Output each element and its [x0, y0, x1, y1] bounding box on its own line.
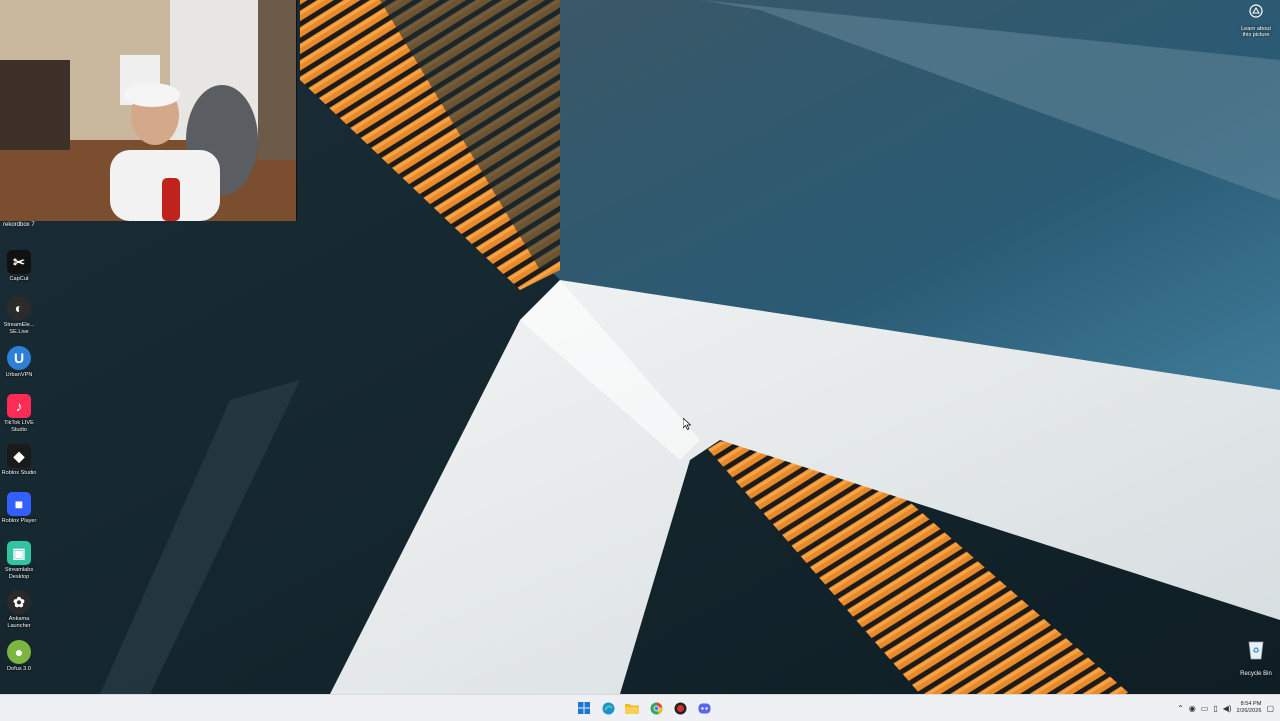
desktop-icon-roblox-player[interactable]: ■ Roblox Player: [0, 492, 38, 525]
desktop-icon-streamelements[interactable]: ◐ StreamEle... SE.Live: [0, 296, 38, 336]
taskbar-apps: [574, 698, 714, 718]
desktop-icon-capcut[interactable]: ✂ CapCut: [0, 250, 38, 283]
icon-label: TikTok LIVE Studio: [4, 420, 34, 433]
mouse-cursor-icon: [683, 418, 691, 430]
red-app-icon: [674, 702, 686, 714]
svg-text:♻: ♻: [1252, 646, 1259, 655]
desktop-icon-urbanvpn[interactable]: U UrbanVPN: [0, 346, 38, 379]
icon-label: Dofus 3.0: [7, 666, 31, 672]
desktop-icon-ankama[interactable]: ✿ Ankama Launcher: [0, 590, 38, 630]
icon-label: Roblox Player: [1, 518, 37, 524]
location-icon[interactable]: ◉: [1189, 704, 1196, 713]
system-tray: ⌃ ◉ ▭ ▯ ◀) 8:54 PM 2/26/2026 ▢: [1177, 698, 1274, 718]
icon-label: Streamlabs Desktop: [4, 567, 34, 580]
chevron-up-icon[interactable]: ⌃: [1177, 704, 1184, 713]
roblox-studio-icon: ◆: [7, 444, 31, 468]
icon-label: StreamEle... SE.Live: [3, 322, 35, 335]
taskbar-edge[interactable]: [598, 698, 618, 718]
recycle-bin-label: Recycle Bin: [1240, 671, 1272, 677]
icon-label: UrbanVPN: [5, 372, 33, 378]
network-icon[interactable]: ▭: [1201, 704, 1209, 713]
clock-time: 8:54 PM: [1240, 701, 1262, 707]
learn-about-picture[interactable]: Learn about this picture: [1236, 4, 1276, 38]
volume-icon[interactable]: ◀): [1223, 704, 1232, 713]
discord-icon: [698, 703, 710, 713]
webcam-caption: rekordbox 7: [3, 222, 35, 228]
desktop-icon-recycle-bin[interactable]: ♻ Recycle Bin: [1236, 638, 1276, 677]
learn-line-2: this picture: [1242, 32, 1270, 38]
dofus-icon: ●: [7, 640, 31, 664]
ankama-icon: ✿: [7, 590, 31, 614]
desktop-icon-tiktok-live[interactable]: ♪ TikTok LIVE Studio: [0, 394, 38, 434]
chrome-icon: [650, 702, 662, 714]
desktop-icon-streamlabs[interactable]: ▣ Streamlabs Desktop: [0, 541, 38, 581]
recycle-bin-icon: ♻: [1248, 641, 1264, 660]
file-explorer-icon: [625, 704, 639, 714]
icon-label: Roblox Studio: [1, 470, 37, 476]
tiktok-live-icon: ♪: [7, 394, 31, 418]
desktop-icon-roblox-studio[interactable]: ◆ Roblox Studio: [0, 444, 38, 477]
notification-icon[interactable]: ▢: [1266, 704, 1274, 713]
taskbar-red-app[interactable]: [670, 698, 690, 718]
taskbar-chrome[interactable]: [646, 698, 666, 718]
edge-icon: [602, 702, 614, 714]
webcam-overlay: [0, 0, 297, 221]
taskbar-file-explorer[interactable]: [622, 698, 642, 718]
taskbar-clock[interactable]: 8:54 PM 2/26/2026: [1237, 701, 1262, 715]
streamlabs-icon: ▣: [7, 541, 31, 565]
streamelements-icon: ◐: [7, 296, 31, 320]
start-button[interactable]: [574, 698, 594, 718]
info-camera-icon: [1249, 4, 1263, 18]
clock-date: 2/26/2026: [1236, 708, 1262, 714]
desktop-icon-dofus[interactable]: ● Dofus 3.0: [0, 640, 38, 673]
urbanvpn-icon: U: [7, 346, 31, 370]
taskbar: ⌃ ◉ ▭ ▯ ◀) 8:54 PM 2/26/2026 ▢: [0, 694, 1280, 721]
icon-label: Ankama Launcher: [7, 616, 31, 629]
capcut-icon: ✂: [7, 250, 31, 274]
battery-icon[interactable]: ▯: [1213, 704, 1217, 713]
taskbar-discord[interactable]: [694, 698, 714, 718]
roblox-player-icon: ■: [7, 492, 31, 516]
icon-label: CapCut: [9, 276, 29, 282]
windows-start-icon: [578, 702, 590, 714]
